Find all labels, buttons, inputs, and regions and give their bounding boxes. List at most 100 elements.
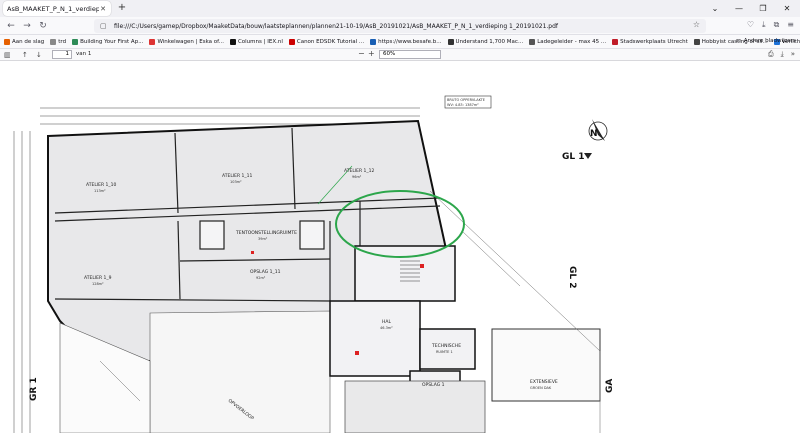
bookmark-label: Stadswerkplaats Utrecht <box>620 38 688 45</box>
bookmark-item[interactable]: Aan de slag <box>4 38 45 45</box>
room-name: ATELIER 1_11 <box>222 173 253 179</box>
back-button[interactable]: ← <box>5 20 17 32</box>
pocket-icon[interactable]: ♡ <box>747 20 754 30</box>
tab-bar: AsB_MAAKET_P_N_1_verdieping 1 ✕ + ⌄ — ❐ … <box>0 0 800 17</box>
reload-button[interactable]: ↻ <box>37 20 49 32</box>
bookmark-label: https://www.besafe.b... <box>378 38 442 45</box>
bookmark-item[interactable]: Understand 1,700 Mac... <box>447 38 524 45</box>
menu-icon[interactable]: ≡ <box>787 20 794 30</box>
new-tab-button[interactable]: + <box>116 2 128 14</box>
extensions-icon[interactable]: ⧉ <box>774 20 780 30</box>
bookmark-favicon-icon <box>50 38 57 45</box>
room-area: 92m² <box>256 276 266 280</box>
previous-page-icon[interactable]: ↑ <box>22 50 28 60</box>
page-count: van 1 <box>76 51 92 57</box>
bookmark-label: Ladegeleider - max 45 ... <box>537 38 607 45</box>
toolbar-right: ♡ ⤓ ⧉ ≡ <box>747 20 794 30</box>
zoom-in-button[interactable]: + <box>368 49 375 58</box>
bookmark-item[interactable]: Columns | IEX.nl <box>229 38 283 45</box>
bookmarks-bar: Aan de slag trd Building Your First Ap... W… <box>0 35 800 49</box>
room-area: 103m² <box>230 180 242 184</box>
url-text[interactable]: file:///C:/Users/gamep/Dropbox/MaaketDat… <box>114 23 558 30</box>
bookmark-item[interactable]: trd <box>50 38 67 45</box>
more-tools-icon[interactable]: » <box>791 50 795 59</box>
bookmark-favicon-icon <box>4 38 10 45</box>
bookmark-label: Canon EDSDK Tutorial ... <box>296 38 365 45</box>
bookmark-favicon-icon <box>529 38 536 45</box>
bookmark-favicon-icon <box>288 38 295 45</box>
print-icon[interactable]: ⎙ <box>768 50 774 59</box>
save-icon[interactable]: ⤓ <box>781 50 784 59</box>
list-all-tabs-icon[interactable]: ⌄ <box>706 4 724 13</box>
url-bar[interactable]: ▢ file:///C:/Users/gamep/Dropbox/MaaketD… <box>94 19 706 33</box>
room-name: OPSLAG 1_11 <box>250 269 281 275</box>
room-area: 46.3m² <box>380 326 393 330</box>
forward-button[interactable]: → <box>21 20 33 32</box>
sidebar-toggle-icon[interactable]: ▥ <box>4 50 11 60</box>
bookmark-star-icon[interactable]: ☆ <box>693 20 700 29</box>
bruto-value: WV: 4.83: 1387m² <box>447 103 479 107</box>
tab-title: AsB_MAAKET_P_N_1_verdieping 1 <box>7 4 99 13</box>
room-name: TENTOONSTELLINGRUIMTE <box>235 230 297 236</box>
navigation-bar: ← → ↻ ▢ file:///C:/Users/gamep/Dropbox/M… <box>0 17 800 35</box>
room-name: EXTENSIEVE <box>530 379 558 385</box>
bookmark-favicon-icon <box>72 38 79 45</box>
axis-label: GL 1 <box>562 152 585 162</box>
axis-marker <box>584 153 592 159</box>
other-bookmarks[interactable]: ▭ Andere bladwijzers <box>736 38 796 44</box>
close-icon[interactable]: ✕ <box>99 5 107 13</box>
bookmark-item[interactable]: Ladegeleider - max 45 ... <box>529 38 607 45</box>
other-bookmarks-label: Andere bladwijzers <box>743 38 796 44</box>
axis-label: GA <box>605 379 615 393</box>
folder-icon: ▭ <box>735 38 741 44</box>
maximize-button[interactable]: ❐ <box>754 4 772 13</box>
tab-pdf[interactable]: AsB_MAAKET_P_N_1_verdieping 1 ✕ <box>3 1 111 16</box>
zoom-select[interactable]: 60% <box>379 50 441 59</box>
room-name: TECHNISCHE <box>431 343 461 349</box>
bookmark-label: Aan de slag <box>12 38 45 45</box>
minimize-button[interactable]: — <box>730 4 748 13</box>
window-controls: ⌄ — ❐ ✕ <box>706 2 796 14</box>
next-page-icon[interactable]: ↓ <box>36 50 42 60</box>
bruto-label: BRUTO OPPERVLAKTE <box>447 98 485 102</box>
bookmark-label: Understand 1,700 Mac... <box>455 38 524 45</box>
page-icon: ▢ <box>100 22 107 30</box>
room-area: RUIMTE 1 <box>436 350 453 354</box>
bookmark-item[interactable]: https://www.besafe.b... <box>370 38 442 45</box>
floor-plan-drawing: ATELIER 1_10 113m² ATELIER 1_11 103m² AT… <box>13 95 615 433</box>
room-area: GROEN DAK <box>530 386 552 390</box>
room-name: HAL <box>382 319 391 325</box>
pdf-viewer[interactable]: ATELIER 1_10 113m² ATELIER 1_11 103m² AT… <box>0 61 800 433</box>
bookmark-label: Columns | IEX.nl <box>237 38 283 45</box>
room-name: ATELIER 1_9 <box>84 275 112 281</box>
room-name: OPSLAG 1 <box>422 382 445 388</box>
axis-label: GR 1 <box>29 377 39 401</box>
room-area: 128m² <box>92 282 104 286</box>
page-number-input[interactable]: 1 <box>52 50 72 59</box>
bookmark-favicon-icon <box>447 38 454 45</box>
bookmark-favicon-icon <box>229 38 236 45</box>
pdf-toolbar: ▥ ↑ ↓ 1 van 1 − + 60% ⎙ ⤓ » <box>0 49 800 61</box>
bookmark-label: Building Your First Ap... <box>80 38 144 45</box>
bookmark-item[interactable]: Winkelwagen | Eska of... <box>149 38 224 45</box>
window-close-button[interactable]: ✕ <box>778 4 796 13</box>
bookmark-item[interactable]: Stadswerkplaats Utrecht <box>612 38 688 45</box>
bookmark-label: trd <box>58 38 67 45</box>
bookmark-label: Winkelwagen | Eska of... <box>157 38 224 45</box>
room-name: ATELIER 1_10 <box>86 182 117 188</box>
downloads-icon[interactable]: ⤓ <box>762 20 766 30</box>
zoom-out-button[interactable]: − <box>358 49 365 58</box>
bookmark-item[interactable]: Building Your First Ap... <box>72 38 144 45</box>
room-area: 113m² <box>94 189 106 193</box>
room-name: ATELIER 1_12 <box>344 168 375 174</box>
room-area: 96m² <box>352 175 362 179</box>
bookmark-favicon-icon <box>693 38 700 45</box>
axis-label: GL 2 <box>567 266 577 289</box>
bookmark-item[interactable]: Canon EDSDK Tutorial ... <box>288 38 365 45</box>
north-label: N <box>590 129 598 139</box>
green-roof <box>491 328 601 402</box>
bookmark-favicon-icon <box>149 38 156 45</box>
pdf-toolbar-right: ⎙ ⤓ » <box>768 50 795 59</box>
room-area: 39m² <box>258 237 268 241</box>
north-arrow: N <box>588 119 608 141</box>
